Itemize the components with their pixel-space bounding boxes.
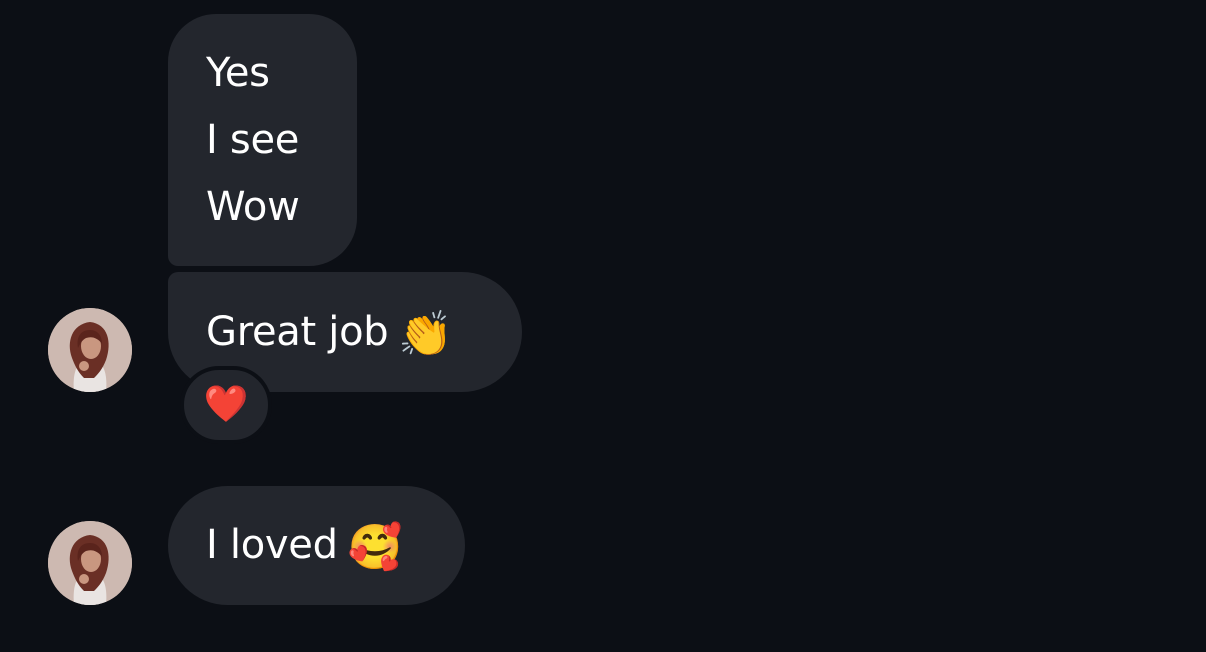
- smiling-face-with-hearts-emoji: 🥰: [347, 522, 403, 573]
- avatar[interactable]: [48, 308, 132, 392]
- message-line: I see: [206, 117, 300, 163]
- message-bubble[interactable]: Yes I see Wow: [168, 14, 357, 266]
- reaction-badge[interactable]: ❤️: [180, 366, 272, 444]
- message-bubble[interactable]: I loved 🥰: [168, 486, 465, 605]
- chat-thread: Yes I see Wow Great job 👏 ❤️ I loved 🥰: [0, 0, 1206, 652]
- message-text: Great job: [206, 309, 389, 355]
- avatar[interactable]: [48, 521, 132, 605]
- message-line: Yes: [206, 50, 270, 96]
- profile-photo-icon: [48, 521, 132, 605]
- profile-photo-icon: [48, 308, 132, 392]
- message-line: Wow: [206, 184, 300, 230]
- message-text: I loved: [206, 522, 338, 568]
- clapping-hands-emoji: 👏: [398, 309, 453, 360]
- red-heart-icon: ❤️: [203, 384, 249, 425]
